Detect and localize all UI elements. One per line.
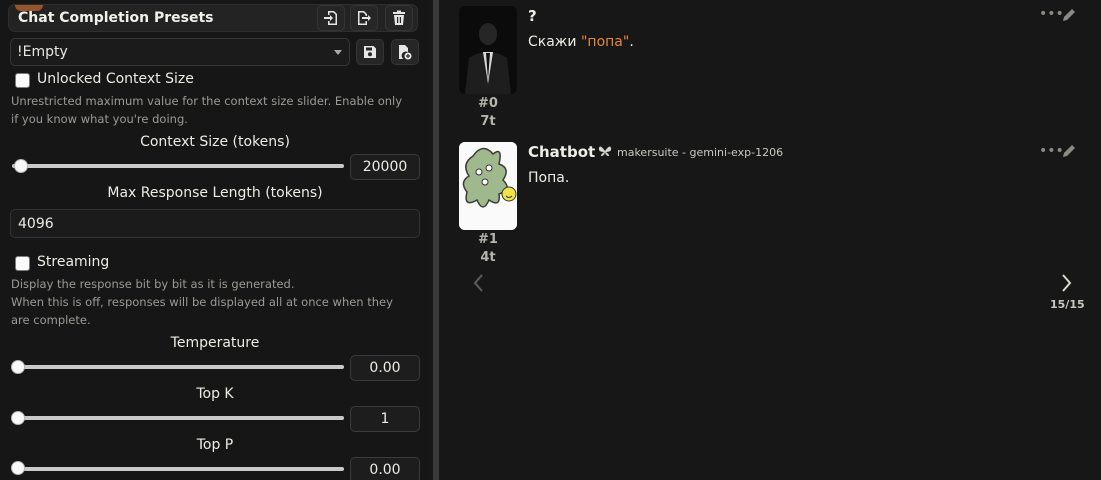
settings-panel: Chat Completion Presets !Empty Unlocked … [0,0,428,480]
message-0-text: Скажи "попа". [528,34,634,50]
swipe-counter: 15/15 [1050,298,1085,311]
context-size-label: Context Size (tokens) [140,134,290,150]
streaming-label: Streaming [37,254,110,270]
message-0-text-suffix: . [629,34,634,50]
save-preset-button[interactable] [356,39,384,65]
context-size-slider-thumb[interactable] [14,159,28,173]
chatbot-avatar-image [459,142,517,230]
message-1-author: Chatbot [528,143,596,161]
swipe-right-icon[interactable] [1061,273,1073,293]
file-import-icon [324,11,337,25]
message-1-text: Попа. [528,170,570,186]
top-p-slider-track[interactable] [12,467,344,471]
max-response-input[interactable]: 4096 [10,209,420,238]
preset-select[interactable]: !Empty [10,38,350,66]
streaming-hint-1: Display the response bit by bit as it is… [11,277,295,291]
floppy-disk-icon [364,46,376,58]
top-p-label: Top P [196,437,234,453]
temperature-input[interactable]: 0.00 [350,355,420,381]
message-1-model: makersuite - gemini-exp-1206 [617,146,784,159]
top-k-slider-track[interactable] [12,416,344,420]
new-preset-button[interactable] [391,39,419,65]
presets-title: Chat Completion Presets [18,10,214,26]
file-export-icon [358,11,371,25]
context-size-input[interactable]: 20000 [350,154,420,180]
top-k-input[interactable]: 1 [350,406,420,432]
delete-preset-button[interactable] [385,5,413,31]
max-response-value: 4096 [18,216,54,232]
message-0-edit-icon[interactable] [1061,7,1077,23]
chatbot-avatar[interactable] [459,142,517,230]
import-preset-button[interactable] [317,5,345,31]
max-response-label: Max Response Length (tokens) [107,185,323,201]
context-size-slider-track[interactable] [12,164,344,168]
unlocked-context-label: Unlocked Context Size [37,71,194,87]
top-k-slider-thumb[interactable] [11,411,25,425]
streaming-checkbox[interactable] [15,256,30,271]
message-1-id: #1 [478,232,498,247]
message-0-tokens: 7t [480,114,496,129]
chat-area: #0 7t ? Скажи "попа". ••• #1 4t Chatbot … [439,0,1101,480]
model-butterfly-icon [598,146,612,156]
message-0-text-prefix: Скажи [528,34,581,50]
swipe-left-icon[interactable] [472,273,484,293]
message-0-text-quote: "попа" [580,34,630,50]
temperature-label: Temperature [170,335,260,351]
temperature-slider-track[interactable] [12,365,344,369]
temperature-slider-thumb[interactable] [11,360,25,374]
preset-select-value: !Empty [17,44,68,60]
export-preset-button[interactable] [350,5,378,31]
message-1-tokens: 4t [480,250,496,265]
message-0-id: #0 [478,96,498,111]
top-p-slider-thumb[interactable] [11,461,25,475]
streaming-hint-2: When this is off, responses will be disp… [11,295,393,327]
file-add-icon [399,45,412,60]
user-avatar[interactable] [459,6,517,94]
chevron-down-icon [334,50,342,55]
trash-icon [393,10,405,25]
unlocked-context-hint: Unrestricted maximum value for the conte… [11,94,403,126]
user-avatar-image [459,6,517,94]
top-p-input[interactable]: 0.00 [350,457,420,480]
message-1-edit-icon[interactable] [1061,143,1077,159]
unlocked-context-checkbox[interactable] [15,73,30,88]
top-k-label: Top K [196,386,234,402]
message-0-author: ? [528,7,537,25]
